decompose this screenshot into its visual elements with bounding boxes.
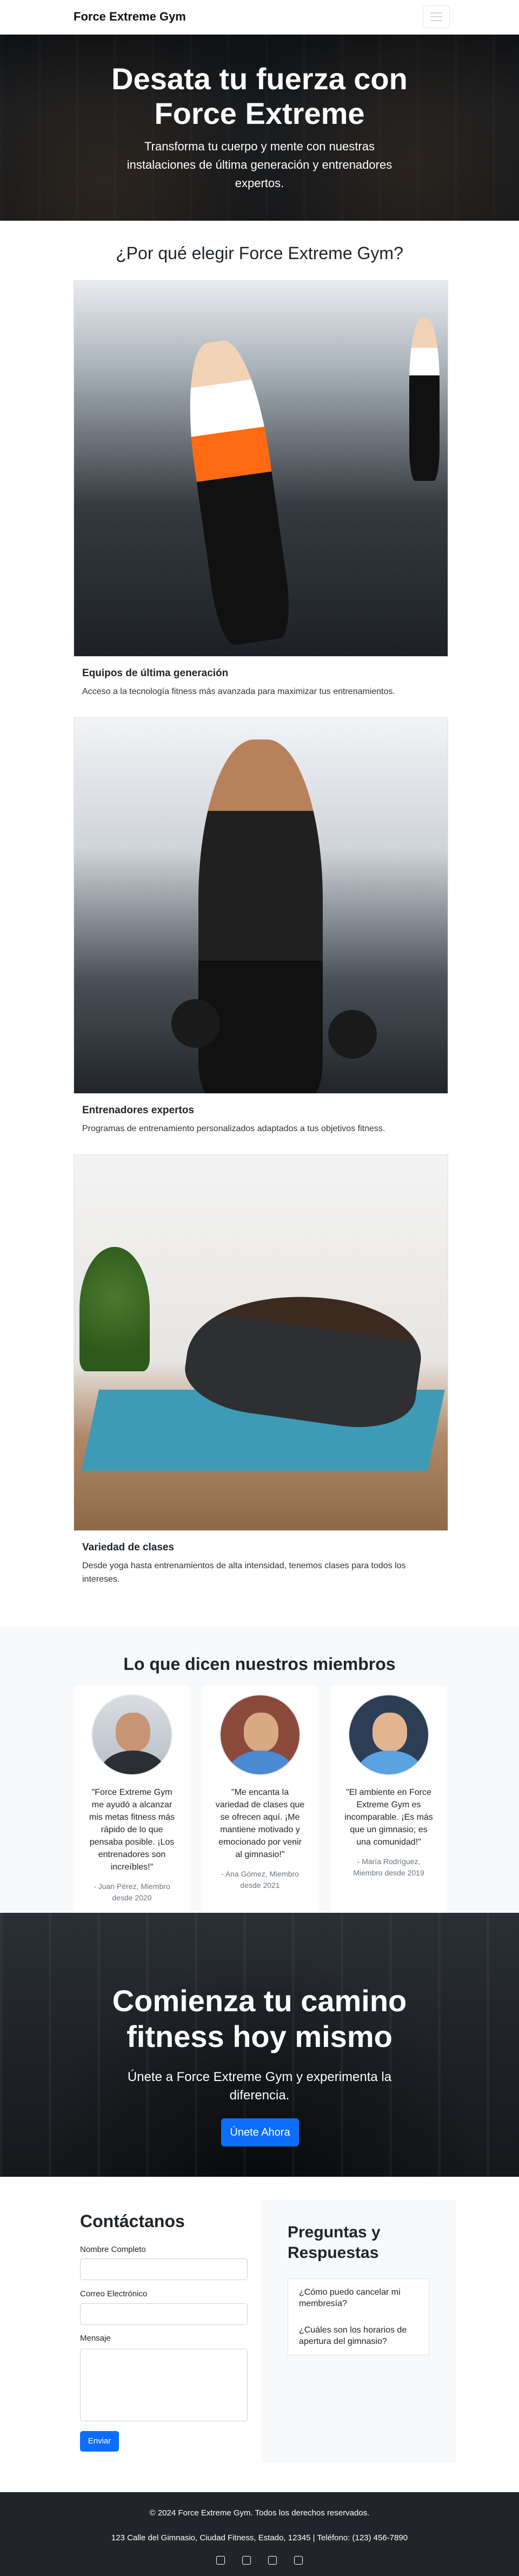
feature-image-classes — [74, 1154, 448, 1531]
name-field[interactable] — [80, 2258, 248, 2280]
social-links — [216, 2556, 303, 2565]
footer: © 2024 Force Extreme Gym. Todos los dere… — [0, 2492, 519, 2576]
feature-text: Acceso a la tecnología fitness más avanz… — [82, 687, 395, 696]
footer-copyright: © 2024 Force Extreme Gym. Todos los dere… — [149, 2508, 370, 2518]
cta-section: Comienza tu camino fitness hoy mismo Úne… — [0, 1913, 519, 2177]
join-now-button[interactable]: Únete Ahora — [221, 2118, 299, 2146]
feature-title: Equipos de última generación — [82, 668, 229, 679]
hamburger-icon — [430, 12, 442, 14]
facebook-icon[interactable] — [216, 2556, 225, 2565]
faq-panel: Preguntas y Respuestas ¿Cómo puedo cance… — [262, 2199, 456, 2463]
youtube-icon[interactable] — [294, 2556, 303, 2565]
hero-subtitle: Transforma tu cuerpo y mente con nuestra… — [127, 140, 392, 190]
twitter-icon[interactable] — [242, 2556, 251, 2565]
cta-subtitle: Únete a Force Extreme Gym y experimenta … — [127, 2070, 392, 2103]
faq-item[interactable]: ¿Cómo puedo cancelar mi membresía? — [288, 2278, 429, 2317]
avatar — [348, 1694, 429, 1775]
testimonial-author: - Ana Gómez, Miembro desde 2021 — [221, 1870, 299, 1890]
navbar-toggler-button[interactable] — [423, 5, 450, 28]
navbar: Force Extreme Gym — [0, 0, 519, 35]
feature-title: Variedad de clases — [82, 1542, 175, 1553]
footer-address: 123 Calle del Gimnasio, Ciudad Fitness, … — [111, 2533, 408, 2542]
testimonial-quote: "El ambiente en Force Extreme Gym es inc… — [344, 1788, 433, 1847]
feature-image-equipment — [74, 280, 448, 657]
testimonials-section: Lo que dicen nuestros miembros "Force Ex… — [0, 1627, 519, 1918]
testimonial-quote: "Force Extreme Gym me ayudó a alcanzar m… — [89, 1788, 175, 1872]
message-label: Mensaje — [80, 2334, 111, 2343]
feature-text: Desde yoga hasta entrenamientos de alta … — [82, 1561, 406, 1584]
faq-item[interactable]: ¿Cuáles son los horarios de apertura del… — [288, 2317, 429, 2355]
email-label: Correo Electrónico — [80, 2289, 148, 2298]
message-textarea[interactable] — [80, 2349, 248, 2421]
faq-title: Preguntas y Respuestas — [288, 2223, 381, 2262]
testimonial-card: "Force Extreme Gym me ayudó a alcanzar m… — [74, 1686, 190, 1918]
feature-card-equipment: Equipos de última generación Acceso a la… — [74, 280, 448, 698]
feature-image-trainers — [74, 717, 448, 1094]
avatar — [219, 1694, 301, 1775]
instagram-icon[interactable] — [268, 2556, 277, 2565]
cta-title: Comienza tu camino fitness hoy mismo — [112, 1984, 407, 2053]
brand-logo[interactable]: Force Extreme Gym — [74, 10, 186, 24]
submit-button[interactable]: Enviar — [80, 2431, 119, 2452]
testimonials-title: Lo que dicen nuestros miembros — [123, 1654, 396, 1674]
testimonial-author: - Juan Pérez, Miembro desde 2020 — [94, 1882, 170, 1902]
testimonial-card: "El ambiente en Force Extreme Gym es inc… — [330, 1686, 447, 1918]
feature-title: Entrenadores expertos — [82, 1105, 194, 1116]
testimonial-card: "Me encanta la variedad de clases que se… — [202, 1686, 318, 1918]
why-section-title: ¿Por qué elegir Force Extreme Gym? — [116, 243, 403, 263]
avatar — [91, 1694, 172, 1775]
email-field[interactable] — [80, 2303, 248, 2325]
feature-card-classes: Variedad de clases Desde yoga hasta entr… — [74, 1154, 448, 1586]
hero-title: Desata tu fuerza con Force Extreme — [111, 62, 408, 130]
feature-card-trainers: Entrenadores expertos Programas de entre… — [74, 717, 448, 1135]
hero-section: Desata tu fuerza con Force Extreme Trans… — [0, 35, 519, 221]
testimonial-quote: "Me encanta la variedad de clases que se… — [215, 1788, 305, 1859]
name-label: Nombre Completo — [80, 2245, 146, 2254]
testimonial-author: - María Rodríguez, Miembro desde 2019 — [353, 1857, 424, 1877]
contact-title: Contáctanos — [80, 2211, 185, 2231]
feature-text: Programas de entrenamiento personalizado… — [82, 1124, 385, 1133]
